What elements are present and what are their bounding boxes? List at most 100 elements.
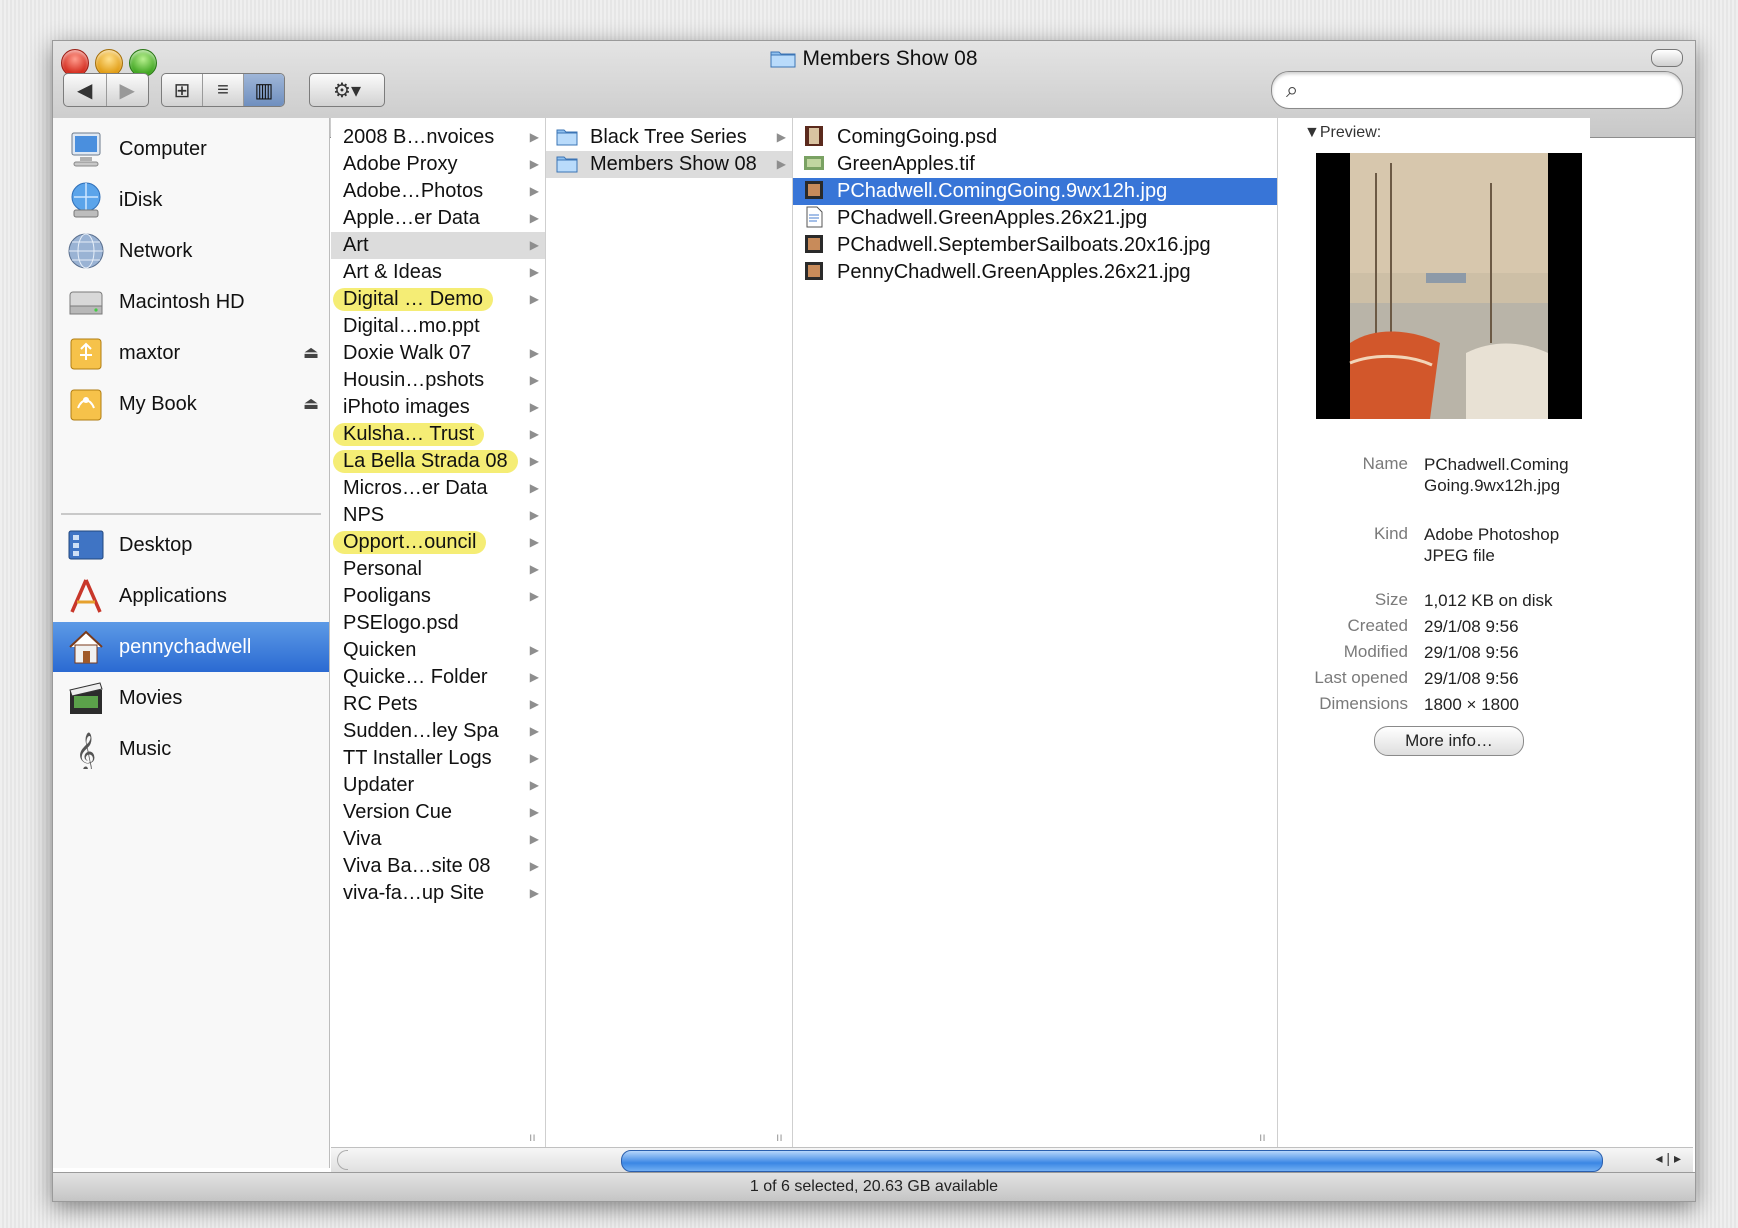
- icon-view-button[interactable]: ⊞: [162, 74, 202, 106]
- folder-row[interactable]: Members Show 08 ▶: [546, 151, 792, 178]
- column-resize-handle[interactable]: ıı: [1259, 1130, 1266, 1144]
- browser-column-2: ıı Black Tree Series ▶ Members Show 08 ▶: [546, 118, 793, 1148]
- info-label-kind: Kind: [1373, 524, 1408, 543]
- folder-row[interactable]: Art & Ideas ▶: [331, 259, 545, 286]
- preview-thumbnail: [1316, 153, 1582, 419]
- file-row[interactable]: PChadwell.SeptemberSailboats.20x16.jpg: [793, 232, 1277, 259]
- folder-row[interactable]: Sudden…ley Spa ▶: [331, 718, 545, 745]
- folder-row[interactable]: Adobe…Photos ▶: [331, 178, 545, 205]
- info-value-size: 1,012 KB on disk: [1424, 591, 1553, 610]
- eject-icon[interactable]: ⏏: [303, 394, 319, 414]
- item-label: PChadwell.SeptemberSailboats.20x16.jpg: [837, 234, 1211, 256]
- disclosure-arrow-icon: ▶: [529, 454, 539, 468]
- folder-row[interactable]: Updater ▶: [331, 772, 545, 799]
- info-value-name: PChadwell.ComingGoing.9wx12h.jpg: [1424, 455, 1569, 495]
- sidebar-item-desktop[interactable]: Desktop: [53, 520, 329, 570]
- folder-row[interactable]: RC Pets ▶: [331, 691, 545, 718]
- item-label: iPhoto images: [343, 396, 470, 418]
- disclosure-arrow-icon: ▶: [529, 724, 539, 738]
- sidebar-item-my-book[interactable]: My Book ⏏: [53, 379, 329, 429]
- sidebar-item-maxtor[interactable]: maxtor ⏏: [53, 328, 329, 378]
- usb-drive-icon: [63, 330, 109, 376]
- folder-row[interactable]: Viva Ba…site 08 ▶: [331, 853, 545, 880]
- disclosure-arrow-icon: ▶: [529, 697, 539, 711]
- item-label: Version Cue: [343, 801, 452, 823]
- folder-row[interactable]: Kulsha… Trust ▶: [331, 421, 545, 448]
- disclosure-arrow-icon: ▶: [529, 130, 539, 144]
- scroll-thumb[interactable]: [621, 1150, 1603, 1172]
- folder-row[interactable]: Apple…er Data ▶: [331, 205, 545, 232]
- search-field[interactable]: ⌕: [1271, 71, 1683, 109]
- folder-row[interactable]: Personal ▶: [331, 556, 545, 583]
- folder-icon: [556, 151, 588, 178]
- eject-icon[interactable]: ⏏: [303, 343, 319, 363]
- disclosure-arrow-icon: ▶: [529, 481, 539, 495]
- horizontal-scrollbar[interactable]: ◂ | ▸: [331, 1147, 1693, 1172]
- folder-row[interactable]: 2008 B…nvoices ▶: [331, 124, 545, 151]
- item-label: Art & Ideas: [343, 261, 442, 283]
- item-label: Adobe Proxy: [343, 153, 458, 175]
- disclosure-arrow-icon: ▶: [529, 643, 539, 657]
- more-info-button[interactable]: More info…: [1374, 726, 1524, 756]
- psd-file-icon: [803, 124, 835, 151]
- sidebar-item-macintosh-hd[interactable]: Macintosh HD: [53, 277, 329, 327]
- file-row[interactable]: ComingGoing.psd: [793, 124, 1277, 151]
- list-view-button[interactable]: ≡: [202, 74, 243, 106]
- info-value-last-opened: 29/1/08 9:56: [1424, 669, 1519, 688]
- item-label: Kulsha… Trust: [333, 423, 485, 446]
- item-label: Apple…er Data: [343, 207, 480, 229]
- item-label: Digital…mo.ppt: [343, 315, 480, 337]
- jpg-file-icon: [803, 232, 835, 259]
- folder-row[interactable]: Adobe Proxy ▶: [331, 151, 545, 178]
- disclosure-arrow-icon: ▶: [529, 346, 539, 360]
- folder-row[interactable]: Quicke… Folder ▶: [331, 664, 545, 691]
- sidebar-item-applications[interactable]: Applications: [53, 571, 329, 621]
- action-menu-button[interactable]: ⚙▾: [309, 73, 385, 107]
- network-icon: [63, 228, 109, 274]
- file-row[interactable]: PChadwell.ComingGoing.9wx12h.jpg: [793, 178, 1277, 205]
- back-button[interactable]: ◀: [64, 74, 106, 106]
- music-icon: 𝄞: [63, 726, 109, 772]
- item-label: viva-fa…up Site: [343, 882, 485, 904]
- sidebar-item-pennychadwell[interactable]: pennychadwell: [53, 622, 329, 672]
- sidebar-item-network[interactable]: Network: [53, 226, 329, 276]
- folder-row[interactable]: Viva ▶: [331, 826, 545, 853]
- forward-button[interactable]: ▶: [105, 74, 149, 106]
- folder-row[interactable]: Micros…er Data ▶: [331, 475, 545, 502]
- folder-row[interactable]: Digital…mo.ppt: [331, 313, 545, 340]
- preview-disclosure[interactable]: ▼Preview:: [1304, 124, 1381, 142]
- folder-row[interactable]: Digital … Demo ▶: [331, 286, 545, 313]
- file-row[interactable]: GreenApples.tif: [793, 151, 1277, 178]
- search-icon: ⌕: [1286, 77, 1299, 102]
- folder-row[interactable]: Opport…ouncil ▶: [331, 529, 545, 556]
- scroll-arrows[interactable]: ◂ | ▸: [1656, 1150, 1681, 1167]
- folder-row[interactable]: Housin…pshots ▶: [331, 367, 545, 394]
- sidebar-item-idisk[interactable]: iDisk: [53, 175, 329, 225]
- folder-row[interactable]: NPS ▶: [331, 502, 545, 529]
- file-row[interactable]: PennyChadwell.GreenApples.26x21.jpg: [793, 259, 1277, 286]
- sidebar-item-movies[interactable]: Movies: [53, 673, 329, 723]
- disclosure-arrow-icon: ▶: [529, 832, 539, 846]
- column-resize-handle[interactable]: ıı: [529, 1130, 536, 1144]
- folder-row[interactable]: Quicken ▶: [331, 637, 545, 664]
- folder-row[interactable]: iPhoto images ▶: [331, 394, 545, 421]
- folder-row[interactable]: Black Tree Series ▶: [546, 124, 792, 151]
- folder-row[interactable]: viva-fa…up Site ▶: [331, 880, 545, 907]
- folder-row[interactable]: Doxie Walk 07 ▶: [331, 340, 545, 367]
- disclosure-arrow-icon: ▶: [529, 886, 539, 900]
- toolbar-toggle-button[interactable]: [1651, 49, 1683, 67]
- sidebar-item-music[interactable]: 𝄞 Music: [53, 724, 329, 774]
- folder-row[interactable]: La Bella Strada 08 ▶: [331, 448, 545, 475]
- folder-row[interactable]: Pooligans ▶: [331, 583, 545, 610]
- column-view-button[interactable]: ▥: [243, 74, 284, 106]
- file-row[interactable]: PChadwell.GreenApples.26x21.jpg: [793, 205, 1277, 232]
- sidebar-item-computer[interactable]: Computer: [53, 124, 329, 174]
- item-label: Micros…er Data: [343, 477, 488, 499]
- folder-row[interactable]: Art ▶: [331, 232, 545, 259]
- folder-row[interactable]: PSElogo.psd: [331, 610, 545, 637]
- folder-row[interactable]: TT Installer Logs ▶: [331, 745, 545, 772]
- applications-icon: [63, 573, 109, 619]
- search-input[interactable]: [1316, 78, 1660, 102]
- column-resize-handle[interactable]: ıı: [776, 1130, 783, 1144]
- folder-row[interactable]: Version Cue ▶: [331, 799, 545, 826]
